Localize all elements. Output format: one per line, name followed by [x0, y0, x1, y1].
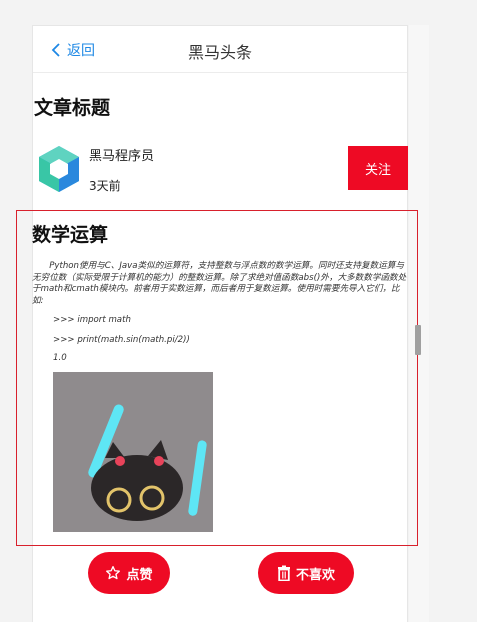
like-button[interactable]: 点赞 — [88, 552, 170, 594]
article-content: 数学运算 Python使用与C、Java类似的运算符，支持整数与浮点数的数学运算… — [16, 210, 418, 546]
page: 返回 黑马头条 文章标题 黑马程序员 3天前 关注 数学运算 Python使用与… — [0, 0, 477, 622]
scrollbar-thumb[interactable] — [415, 325, 421, 355]
follow-button[interactable]: 关注 — [348, 146, 408, 190]
content-paragraph: Python使用与C、Java类似的运算符，支持整数与浮点数的数学运算。同时还支… — [32, 261, 407, 306]
author-name: 黑马程序员 — [89, 149, 155, 164]
nav-title: 黑马头条 — [187, 43, 252, 62]
author-avatar-logo-icon[interactable] — [36, 144, 82, 194]
article-title: 文章标题 — [34, 97, 111, 119]
code-line: >>> print(math.sin(math.pi/2)) — [53, 335, 190, 345]
code-line: >>> import math — [53, 315, 131, 325]
publish-time: 3天前 — [89, 179, 121, 193]
content-image — [53, 372, 213, 532]
trash-icon — [277, 565, 290, 581]
black-cat-illustration-icon — [53, 372, 213, 532]
like-label: 点赞 — [126, 566, 153, 582]
content-heading: 数学运算 — [32, 224, 109, 246]
dislike-label: 不喜欢 — [295, 566, 335, 582]
star-icon — [106, 566, 121, 580]
nav-bar: 返回 黑马头条 — [33, 26, 407, 73]
code-line: 1.0 — [53, 353, 67, 363]
dislike-button[interactable]: 不喜欢 — [258, 552, 354, 594]
